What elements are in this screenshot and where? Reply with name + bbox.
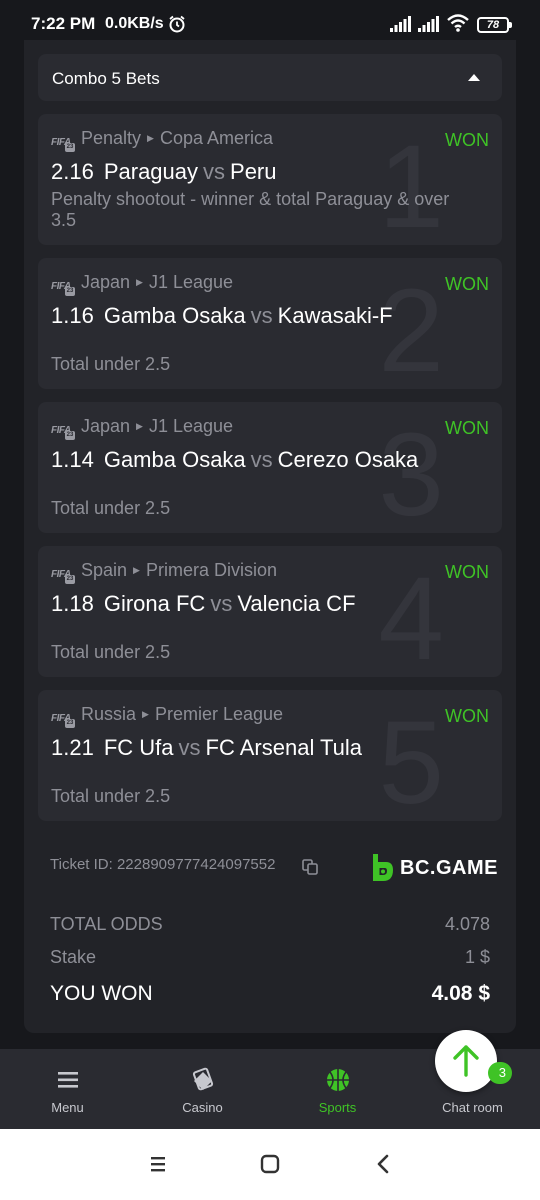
bet-status: WON [445,706,489,726]
status-time: 7:22 PM [31,14,96,33]
home-icon[interactable] [256,1151,284,1177]
bet-item: 4 FIFA 23 Spain ▶ Primera Division WON 1.18… [38,546,502,677]
caret-up-icon[interactable] [468,74,480,81]
nav-menu-label: Menu [51,1100,84,1115]
copy-icon[interactable] [302,859,318,875]
bet-market: Total under 2.5 [51,354,171,374]
bet-league: Russia ▶ Premier League [81,704,284,724]
combo-header[interactable]: Combo 5 Bets [38,54,502,101]
bet-league: Japan ▶ J1 League [81,272,234,292]
bcgame-logo: BC.GAME [370,853,498,883]
stake-label: Stake [50,947,97,967]
total-odds-label: TOTAL ODDS [50,914,163,934]
bet-item: 3 FIFA 23 Japan ▶ J1 League WON 1.14 Gamba O… [38,402,502,533]
ticket-id: Ticket ID: 2228909777424097552 [50,856,276,873]
menu-icon [58,1072,78,1088]
bcgame-logo-icon [373,854,393,881]
arrow-up-icon [453,1045,479,1077]
scroll-to-top-button[interactable] [435,1030,497,1092]
chat-badge: 3 [488,1062,512,1084]
bet-status: WON [445,418,489,438]
status-network-speed: 0.0KB/s [105,15,164,32]
casino-icon [192,1067,214,1091]
bet-league: Japan ▶ J1 League [81,416,234,436]
battery-icon: 78 [477,17,512,33]
nav-sports-label: Sports [318,1100,357,1115]
fifa-icon: FIFA 23 [51,569,75,584]
nav-sports[interactable]: Sports [270,1049,405,1129]
alarm-icon [169,15,185,33]
bet-match: 1.18 Girona FC vs Valencia CF [51,591,356,616]
basketball-icon [327,1069,349,1091]
bet-status: WON [445,562,489,582]
signal-icon [390,16,411,32]
bet-match: 1.21 FC Ufa vs FC Arsenal Tula [51,735,363,760]
fifa-icon: FIFA 23 [51,137,75,152]
bet-match: 1.14 Gamba Osaka vs Cerezo Osaka [51,447,419,472]
bet-status: WON [445,130,489,150]
signal-icon [418,16,439,32]
nav-casino-label: Casino [182,1100,223,1115]
bet-item: 5 FIFA 23 Russia ▶ Premier League WON 1.21 F… [38,690,502,821]
nav-menu[interactable]: Menu [0,1049,135,1129]
bet-market: Total under 2.5 [51,642,171,662]
you-won-label: YOU WON [50,982,153,1005]
bet-market: Total under 2.5 [51,786,171,806]
bet-market: Total under 2.5 [51,498,171,518]
wifi-icon [447,14,469,32]
nav-casino[interactable]: Casino [135,1049,270,1129]
stake-value: 1 $ [464,947,490,967]
recent-apps-icon[interactable] [144,1151,172,1177]
bet-match: 2.16 Paraguay vs Peru [51,159,277,184]
bet-league: Penalty ▶ Copa America [81,128,274,148]
you-won-value: 4.08 $ [431,982,490,1005]
total-odds-value: 4.078 [444,914,490,934]
bet-market: Penalty shootout - winner & total Paragu… [51,189,450,230]
bet-league: Spain ▶ Primera Division [81,560,277,580]
bcgame-brand: BC.GAME [400,857,498,879]
fifa-icon: FIFA 23 [51,425,75,440]
bet-status: WON [445,274,489,294]
back-icon[interactable] [370,1151,398,1177]
fifa-icon: FIFA 23 [51,281,75,296]
fifa-icon: FIFA 23 [51,713,75,728]
nav-chat-label: Chat room [442,1100,503,1115]
bet-item: 1 FIFA 23 Penalty ▶ Copa America WON 2.16 Pa… [38,114,502,245]
bet-item: 2 FIFA 23 Japan ▶ J1 League WON 1.16 Gamba O… [38,258,502,389]
system-nav-bar [0,1129,540,1200]
bet-match: 1.16 Gamba Osaka vs Kawasaki-F [51,303,393,328]
combo-title: Combo 5 Bets [52,69,160,88]
